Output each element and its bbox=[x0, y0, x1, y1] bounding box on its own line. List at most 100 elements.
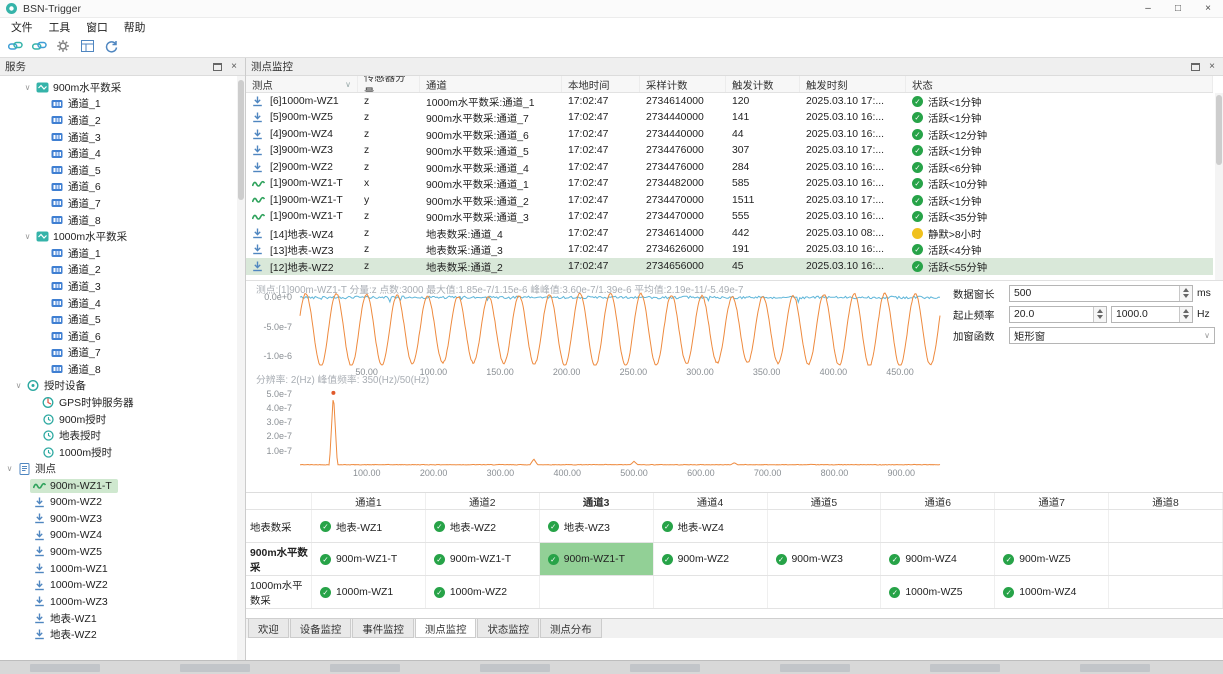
tree-item[interactable]: 1000m-WZ1 bbox=[0, 560, 237, 577]
table-row[interactable]: [14]地表-WZ4z地表数采:通道_417:02:47273461400044… bbox=[246, 225, 1213, 242]
chevron-down-icon[interactable]: ∨ bbox=[4, 464, 15, 473]
monitor-close-icon[interactable]: × bbox=[1206, 61, 1218, 73]
tree-item[interactable]: 通道_7 bbox=[0, 195, 237, 212]
channel-cell[interactable]: ✓地表-WZ4 bbox=[654, 510, 768, 542]
tree-group[interactable]: ∨900m水平数采 bbox=[0, 79, 237, 96]
tree-item[interactable]: 1000m授时 bbox=[0, 444, 237, 461]
channel-cell[interactable] bbox=[995, 510, 1109, 542]
tree-item[interactable]: GPS时钟服务器 bbox=[0, 394, 237, 411]
column-header[interactable]: 触发计数 bbox=[726, 76, 800, 92]
sidebar-scrollbar[interactable] bbox=[237, 76, 245, 660]
tree-item[interactable]: 地表-WZ1 bbox=[0, 610, 237, 627]
grid-column-header[interactable]: 通道8 bbox=[1109, 493, 1223, 509]
channel-cell[interactable]: ✓1000m-WZ2 bbox=[426, 576, 540, 608]
taskbar-item[interactable] bbox=[780, 664, 850, 672]
link-icon[interactable] bbox=[28, 36, 50, 56]
channel-cell[interactable] bbox=[768, 576, 882, 608]
layout-icon[interactable] bbox=[76, 36, 98, 56]
table-row[interactable]: [3]900m-WZ3z900m水平数采:通道_517:02:472734476… bbox=[246, 143, 1213, 160]
window-function-select[interactable]: 矩形窗 ∨ bbox=[1009, 327, 1215, 344]
menu-item[interactable]: 工具 bbox=[41, 18, 79, 36]
channel-cell[interactable]: ✓1000m-WZ4 bbox=[995, 576, 1109, 608]
tree-item[interactable]: 通道_6 bbox=[0, 179, 237, 196]
taskbar-item[interactable] bbox=[480, 664, 550, 672]
channel-cell[interactable]: ✓地表-WZ2 bbox=[426, 510, 540, 542]
channel-cell[interactable]: ✓900m-WZ2 bbox=[654, 543, 768, 575]
grid-column-header[interactable]: 通道1 bbox=[312, 493, 426, 509]
tree-item[interactable]: 通道_6 bbox=[0, 328, 237, 345]
tree-item[interactable]: 通道_3 bbox=[0, 129, 237, 146]
column-header[interactable]: 采样计数 bbox=[640, 76, 726, 92]
menu-item[interactable]: 文件 bbox=[3, 18, 41, 36]
channel-cell[interactable] bbox=[1109, 510, 1223, 542]
tab-item[interactable]: 事件监控 bbox=[352, 619, 414, 638]
tree-group[interactable]: ∨1000m水平数采 bbox=[0, 228, 237, 245]
table-row[interactable]: [13]地表-WZ3z地表数采:通道_317:02:47273462600019… bbox=[246, 242, 1213, 259]
tree-item[interactable]: 通道_2 bbox=[0, 112, 237, 129]
table-row[interactable]: [4]900m-WZ4z900m水平数采:通道_617:02:472734440… bbox=[246, 126, 1213, 143]
grid-column-header[interactable]: 通道2 bbox=[426, 493, 540, 509]
spinner-icon[interactable] bbox=[1179, 307, 1192, 322]
tree-item[interactable]: 通道_4 bbox=[0, 145, 237, 162]
tree-item[interactable]: 通道_4 bbox=[0, 295, 237, 312]
tab-item[interactable]: 测点分布 bbox=[540, 619, 602, 638]
grid-column-header[interactable]: 通道4 bbox=[654, 493, 768, 509]
maximize-button[interactable]: □ bbox=[1163, 0, 1193, 17]
tree-item[interactable]: 通道_5 bbox=[0, 162, 237, 179]
grid-column-header[interactable]: 通道3 bbox=[540, 493, 654, 509]
tab-item[interactable]: 状态监控 bbox=[477, 619, 539, 638]
channel-cell[interactable] bbox=[768, 510, 882, 542]
tree-item[interactable]: 通道_1 bbox=[0, 96, 237, 113]
tree-item[interactable]: 通道_1 bbox=[0, 245, 237, 262]
tree-item[interactable]: 通道_2 bbox=[0, 262, 237, 279]
channel-cell[interactable] bbox=[540, 576, 654, 608]
close-button[interactable]: × bbox=[1193, 0, 1223, 17]
chevron-down-icon[interactable]: ∨ bbox=[13, 381, 24, 390]
table-row[interactable]: [1]900m-WZ1-Tx900m水平数采:通道_117:02:4727344… bbox=[246, 176, 1213, 193]
tab-item[interactable]: 测点监控 bbox=[415, 619, 477, 638]
tree-item[interactable]: 900m-WZ4 bbox=[0, 527, 237, 544]
window-length-input[interactable]: 500 bbox=[1009, 285, 1193, 302]
taskbar-item[interactable] bbox=[330, 664, 400, 672]
tab-item[interactable]: 欢迎 bbox=[248, 619, 289, 638]
column-header[interactable]: 触发时刻 bbox=[800, 76, 906, 92]
table-scrollbar[interactable] bbox=[1215, 93, 1223, 280]
tree-group[interactable]: ∨测点 bbox=[0, 461, 237, 478]
tree-item[interactable]: 通道_8 bbox=[0, 361, 237, 378]
channel-cell[interactable] bbox=[1109, 543, 1223, 575]
table-row[interactable]: [5]900m-WZ5z900m水平数采:通道_717:02:472734440… bbox=[246, 110, 1213, 127]
grid-column-header[interactable]: 通道6 bbox=[881, 493, 995, 509]
tree-item[interactable]: 通道_3 bbox=[0, 278, 237, 295]
tree-item[interactable]: 地表授时 bbox=[0, 427, 237, 444]
spinner-icon[interactable] bbox=[1179, 286, 1192, 301]
tree-item[interactable]: 1000m-WZ2 bbox=[0, 577, 237, 594]
tree-item[interactable]: 900m-WZ1-T bbox=[0, 477, 237, 494]
minimize-button[interactable]: – bbox=[1133, 0, 1163, 17]
table-row[interactable]: [1]900m-WZ1-Ty900m水平数采:通道_217:02:4727344… bbox=[246, 192, 1213, 209]
channel-cell[interactable]: ✓900m-WZ3 bbox=[768, 543, 882, 575]
column-header[interactable]: 状态 bbox=[906, 76, 1213, 92]
taskbar-item[interactable] bbox=[1080, 664, 1150, 672]
taskbar-item[interactable] bbox=[630, 664, 700, 672]
tree-item[interactable]: 地表-WZ2 bbox=[0, 627, 237, 644]
tree-item[interactable]: 通道_8 bbox=[0, 212, 237, 229]
grid-column-header[interactable]: 通道5 bbox=[768, 493, 882, 509]
table-row[interactable]: [6]1000m-WZ1z1000m水平数采:通道_117:02:4727346… bbox=[246, 93, 1213, 110]
settings-gear-icon[interactable] bbox=[52, 36, 74, 56]
channel-cell[interactable]: ✓900m-WZ1-T bbox=[426, 543, 540, 575]
chevron-down-icon[interactable]: ∨ bbox=[22, 83, 33, 92]
channel-cell[interactable]: ✓900m-WZ5 bbox=[995, 543, 1109, 575]
tree-group[interactable]: ∨授时设备 bbox=[0, 378, 237, 395]
channel-cell[interactable] bbox=[881, 510, 995, 542]
chevron-down-icon[interactable]: ∨ bbox=[22, 232, 33, 241]
channel-cell[interactable]: ✓1000m-WZ1 bbox=[312, 576, 426, 608]
tree-item[interactable]: 900m-WZ3 bbox=[0, 510, 237, 527]
column-header[interactable]: 本地时间 bbox=[562, 76, 640, 92]
channel-cell[interactable] bbox=[1109, 576, 1223, 608]
tree-item[interactable]: 通道_5 bbox=[0, 311, 237, 328]
tree-item[interactable]: 900m授时 bbox=[0, 411, 237, 428]
table-row[interactable]: [1]900m-WZ1-Tz900m水平数采:通道_317:02:4727344… bbox=[246, 209, 1213, 226]
tree-item[interactable]: 900m-WZ2 bbox=[0, 494, 237, 511]
services-close-icon[interactable]: × bbox=[228, 61, 240, 73]
menu-item[interactable]: 帮助 bbox=[116, 18, 154, 36]
